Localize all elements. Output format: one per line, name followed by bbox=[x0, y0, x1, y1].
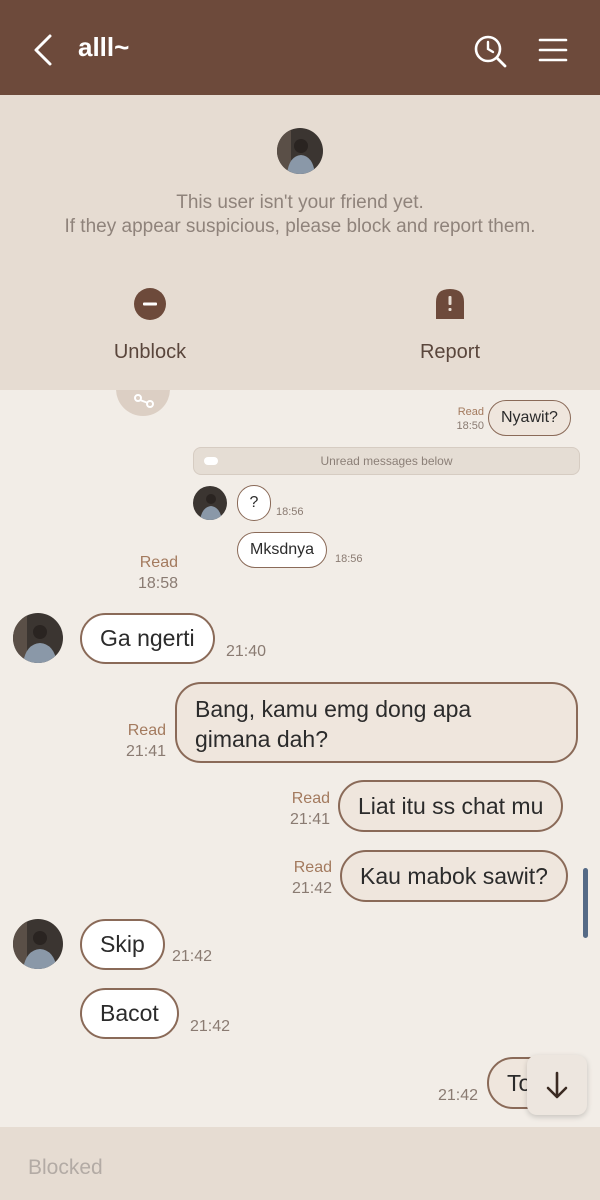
message-meta: Read 18:50 bbox=[452, 405, 484, 433]
read-receipt: Read bbox=[293, 859, 332, 876]
share-icon[interactable] bbox=[116, 390, 170, 416]
contact-avatar[interactable] bbox=[277, 128, 323, 174]
message-text: Nyawit? bbox=[501, 409, 558, 426]
message-bubble-in[interactable]: Bacot bbox=[80, 988, 179, 1039]
chat-area[interactable]: Read 18:50 Nyawit? Unread messages below… bbox=[0, 390, 600, 1127]
message-bubble-in[interactable]: Ga ngerti bbox=[80, 613, 215, 664]
read-receipt: Read bbox=[457, 406, 484, 418]
top-bar: alll~ bbox=[0, 0, 600, 95]
report-icon bbox=[436, 289, 464, 319]
scroll-to-bottom-button[interactable] bbox=[527, 1055, 587, 1115]
message-text: Bacot bbox=[100, 1000, 159, 1026]
message-text: Mksdnya bbox=[250, 541, 315, 558]
chat-scrollbar[interactable] bbox=[583, 868, 588, 938]
stranger-notice-panel: This user isn't your friend yet. If they… bbox=[0, 95, 600, 390]
message-bubble-out[interactable]: Kau mabok sawit? bbox=[340, 850, 568, 902]
sender-avatar[interactable] bbox=[193, 486, 227, 520]
blocked-placeholder: Blocked bbox=[28, 1156, 103, 1179]
message-time: 21:41 bbox=[289, 811, 330, 828]
message-time: 18:58 bbox=[137, 575, 178, 592]
notice-message: This user isn't your friend yet. If they… bbox=[0, 191, 600, 239]
message-text: Kau mabok sawit? bbox=[360, 862, 548, 889]
search-clock-icon[interactable] bbox=[472, 33, 508, 69]
notice-line-2: If they appear suspicious, please block … bbox=[64, 216, 536, 237]
message-time: 21:42 bbox=[291, 880, 332, 897]
unblock-button[interactable]: Unblock bbox=[70, 287, 230, 364]
message-bubble-in[interactable]: Skip bbox=[80, 919, 165, 970]
message-text: Skip bbox=[100, 931, 145, 957]
message-meta: Read 21:41 bbox=[118, 720, 166, 762]
message-bubble-out[interactable]: Bang, kamu emg dong apa gimana dah? bbox=[175, 682, 578, 763]
unread-label: Unread messages below bbox=[320, 454, 453, 468]
message-input-bar: Blocked bbox=[0, 1127, 600, 1200]
read-receipt: Read bbox=[127, 722, 166, 739]
message-meta: Read 21:42 bbox=[282, 857, 332, 899]
message-time: 18:56 bbox=[335, 553, 363, 565]
message-bubble-in[interactable]: Mksdnya bbox=[237, 532, 328, 568]
message-time: 21:41 bbox=[125, 743, 166, 760]
unread-divider: Unread messages below bbox=[193, 447, 580, 475]
message-time: 21:42 bbox=[172, 948, 213, 965]
message-time: 21:42 bbox=[190, 1018, 231, 1035]
read-receipt: Read bbox=[139, 554, 178, 571]
arrow-down-icon bbox=[546, 1071, 568, 1099]
message-meta: Read 18:58 bbox=[128, 552, 178, 594]
notice-line-1: This user isn't your friend yet. bbox=[176, 192, 424, 213]
report-label: Report bbox=[419, 341, 481, 363]
message-meta: Read 21:41 bbox=[282, 788, 330, 830]
message-text-line: gimana dah? bbox=[195, 726, 328, 752]
message-time: 18:56 bbox=[276, 506, 304, 518]
hamburger-menu-icon[interactable] bbox=[538, 37, 568, 63]
message-time: 18:50 bbox=[456, 420, 484, 432]
report-button[interactable]: Report bbox=[370, 287, 530, 364]
message-bubble-in[interactable]: ? bbox=[237, 485, 271, 521]
message-bubble-out[interactable]: Nyawit? bbox=[488, 400, 571, 436]
sender-avatar[interactable] bbox=[13, 613, 63, 663]
message-text: Liat itu ss chat mu bbox=[358, 792, 544, 819]
message-time: 21:42 bbox=[438, 1087, 479, 1104]
unblock-icon bbox=[134, 288, 166, 320]
message-bubble-out[interactable]: Liat itu ss chat mu bbox=[338, 780, 564, 832]
chevron-left-icon[interactable] bbox=[30, 33, 56, 67]
chat-title: alll~ bbox=[78, 32, 130, 62]
message-text-line: Bang, kamu emg dong apa bbox=[195, 696, 472, 722]
read-receipt: Read bbox=[291, 790, 330, 807]
message-time: 21:40 bbox=[226, 643, 267, 660]
unblock-label: Unblock bbox=[113, 341, 187, 363]
message-text: Ga ngerti bbox=[100, 625, 195, 651]
message-text: ? bbox=[249, 494, 259, 511]
sender-avatar[interactable] bbox=[13, 919, 63, 969]
